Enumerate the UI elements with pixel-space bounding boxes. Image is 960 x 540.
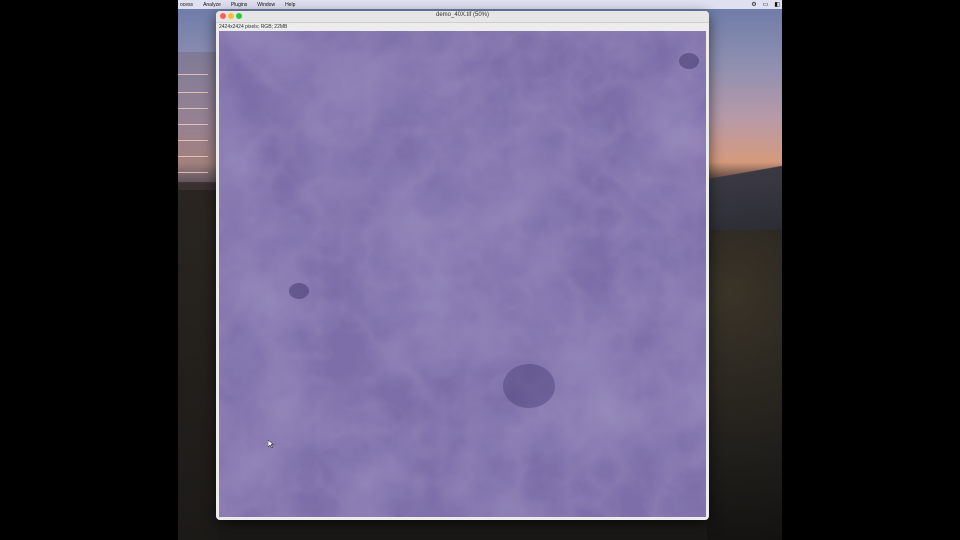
background-toolbar-window bbox=[178, 52, 218, 182]
menu-process[interactable]: ocess bbox=[180, 2, 193, 8]
background-line bbox=[178, 156, 208, 157]
gear-icon[interactable]: ⚙ bbox=[751, 1, 756, 8]
menu-window[interactable]: Window bbox=[257, 2, 275, 8]
image-info: 2424x2424 pixels; RGB; 22MB bbox=[216, 23, 709, 31]
image-window[interactable]: demo_40X.tif (50%) 2424x2424 pixels; RGB… bbox=[216, 11, 709, 520]
background-line bbox=[178, 172, 208, 173]
mouse-cursor-icon bbox=[268, 440, 274, 448]
background-line bbox=[178, 74, 208, 75]
menu-analyze[interactable]: Analyze bbox=[203, 2, 221, 8]
background-line bbox=[178, 124, 208, 125]
menu-help[interactable]: Help bbox=[285, 2, 295, 8]
tissue-image bbox=[219, 31, 706, 517]
image-canvas[interactable] bbox=[219, 31, 706, 517]
wallpaper-mountain bbox=[707, 160, 782, 240]
menu-plugins[interactable]: Plugins bbox=[231, 2, 247, 8]
status-area: ⚙ ▭ ◧ bbox=[751, 0, 780, 9]
background-line bbox=[178, 108, 208, 109]
wallpaper-foliage-left bbox=[178, 190, 218, 540]
window-title: demo_40X.tif (50%) bbox=[435, 12, 490, 18]
wallpaper-foliage-right bbox=[707, 230, 782, 540]
menu-extra-icon[interactable]: ◧ bbox=[774, 1, 780, 8]
background-line bbox=[178, 92, 208, 93]
window-titlebar[interactable]: demo_40X.tif (50%) bbox=[216, 11, 709, 23]
menu-bar: ocess Analyze Plugins Window Help ⚙ ▭ ◧ bbox=[178, 0, 782, 9]
background-line bbox=[178, 140, 208, 141]
airplay-icon[interactable]: ▭ bbox=[763, 1, 769, 8]
